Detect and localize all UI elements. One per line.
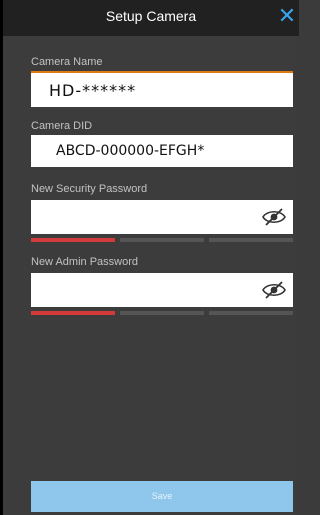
close-icon[interactable]: ✕ xyxy=(277,4,297,28)
camera-did-value: ABCD-000000-EFGH* xyxy=(56,143,205,159)
camera-name-value: HD-****** xyxy=(49,81,137,100)
security-password-label: New Security Password xyxy=(31,183,148,195)
camera-name-label: Camera Name xyxy=(31,56,103,68)
page-title: Setup Camera xyxy=(105,8,197,24)
admin-password-label: New Admin Password xyxy=(31,256,138,268)
admin-password-field[interactable] xyxy=(31,273,293,307)
strength-segment-3 xyxy=(209,311,293,315)
security-password-strength-meter xyxy=(31,238,293,242)
eye-slash-icon[interactable] xyxy=(261,280,287,300)
save-button[interactable]: Save xyxy=(31,481,293,512)
strength-segment-1 xyxy=(31,311,115,315)
eye-slash-icon[interactable] xyxy=(261,207,287,227)
strength-segment-1 xyxy=(31,238,115,242)
strength-segment-2 xyxy=(120,238,204,242)
camera-name-field[interactable]: HD-****** xyxy=(31,71,293,107)
admin-password-strength-meter xyxy=(31,311,293,315)
header-bar: Setup Camera ✕ xyxy=(3,0,299,36)
camera-did-label: Camera DID xyxy=(31,120,93,132)
security-password-field[interactable] xyxy=(31,200,293,234)
camera-did-field[interactable]: ABCD-000000-EFGH* xyxy=(31,135,293,167)
strength-segment-2 xyxy=(120,311,204,315)
setup-camera-screen: Setup Camera ✕ Camera Name HD-****** Cam… xyxy=(0,0,299,515)
strength-segment-3 xyxy=(209,238,293,242)
